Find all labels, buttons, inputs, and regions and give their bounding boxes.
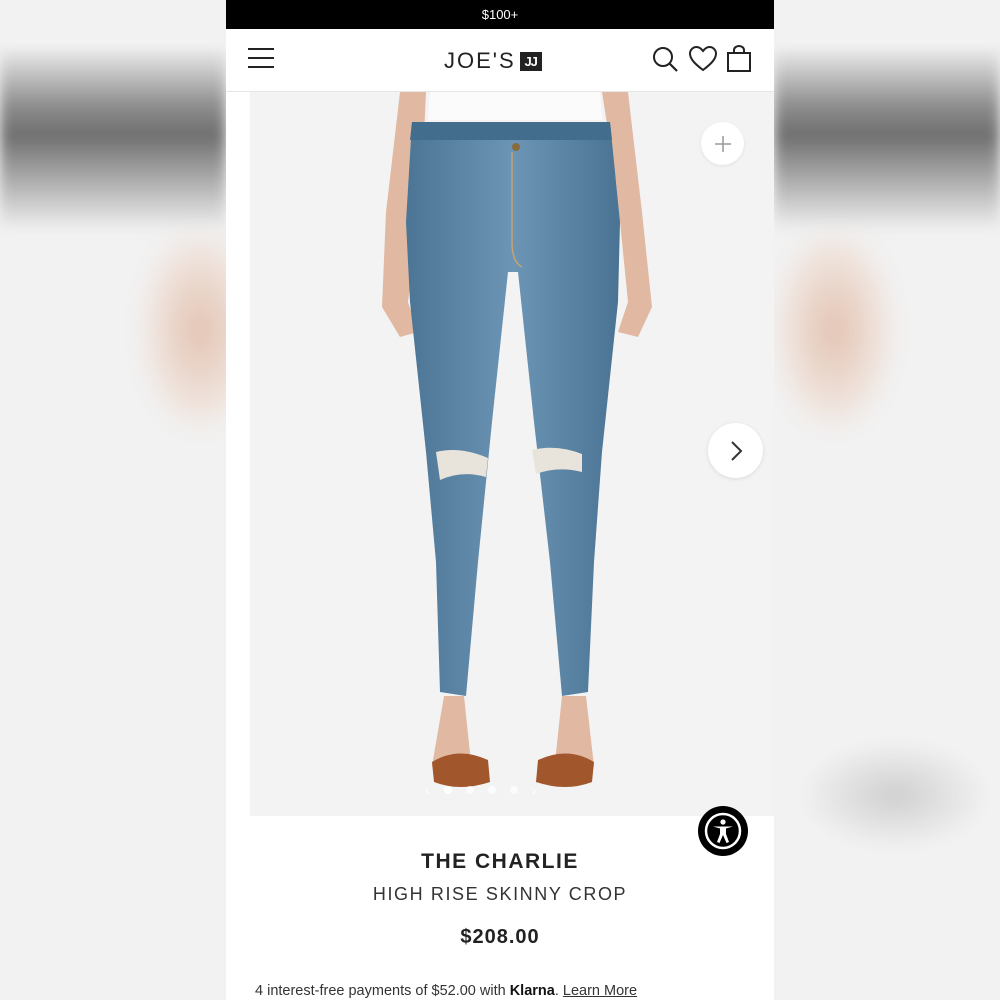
logo-mark: JJ: [519, 51, 542, 71]
slide-dot[interactable]: [443, 786, 452, 794]
search-icon[interactable]: [651, 45, 679, 73]
chevron-right-small-icon[interactable]: ›: [532, 782, 537, 798]
slide-indicator: ‹ ›: [425, 782, 536, 798]
next-image-button[interactable]: [708, 423, 763, 478]
klarna-message: 4 interest-free payments of $52.00 with …: [255, 983, 637, 999]
shopping-bag-icon[interactable]: [726, 45, 754, 73]
background-right: [774, 0, 1000, 1000]
mobile-page: $100+ JOE'S JJ ‹ › THE CHARLIE HIGH RISE…: [226, 0, 774, 1000]
slide-dot[interactable]: [487, 786, 496, 794]
slide-dot[interactable]: [465, 786, 474, 794]
product-photo: [250, 92, 774, 816]
promo-bar[interactable]: $100+: [226, 0, 774, 29]
product-title: THE CHARLIE: [421, 850, 579, 873]
menu-icon[interactable]: [248, 48, 274, 70]
brand-logo[interactable]: JOE'S JJ: [444, 48, 542, 74]
klarna-prefix: 4 interest-free payments of $52.00 with: [255, 983, 510, 999]
logo-text: JOE'S: [444, 48, 516, 73]
zoom-button[interactable]: [701, 122, 744, 165]
klarna-brand: Klarna: [509, 983, 555, 999]
learn-more-link[interactable]: Learn More: [563, 983, 637, 999]
product-style: HIGH RISE SKINNY CROP: [372, 884, 628, 904]
site-header: JOE'S JJ: [226, 29, 774, 92]
chevron-right-icon: [730, 440, 742, 461]
product-price: $208.00: [460, 926, 540, 948]
background-left: [0, 0, 226, 1000]
chevron-left-icon[interactable]: ‹: [425, 782, 430, 798]
accessibility-button[interactable]: [698, 806, 748, 856]
plus-icon: [714, 135, 731, 152]
product-image-gallery[interactable]: ‹ ›: [250, 92, 774, 816]
accessibility-icon: [704, 812, 742, 850]
promo-text: $100+: [481, 7, 519, 22]
slide-dot[interactable]: [509, 786, 518, 794]
klarna-suffix: .: [554, 983, 563, 999]
heart-icon[interactable]: [688, 45, 718, 73]
